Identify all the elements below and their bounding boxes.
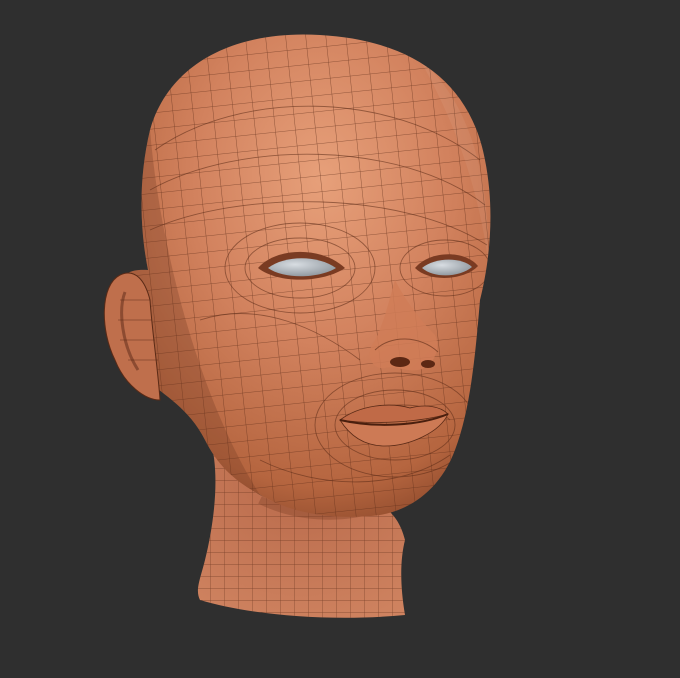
head-render [103, 34, 491, 618]
head [115, 34, 491, 517]
3d-viewport[interactable] [0, 0, 680, 678]
